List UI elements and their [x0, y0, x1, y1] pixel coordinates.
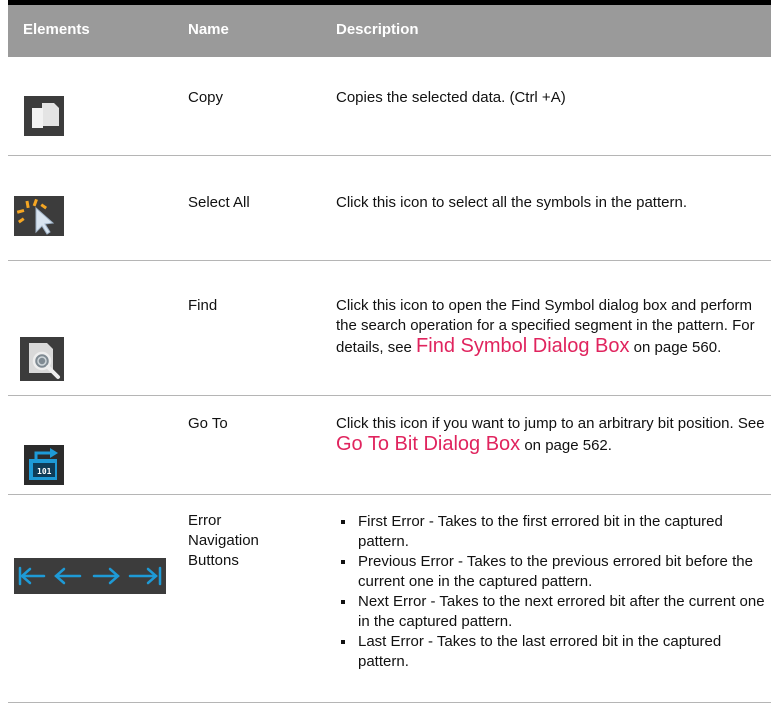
row-description: Click this icon if you want to jump to a…	[336, 415, 765, 455]
row-divider	[8, 702, 771, 703]
list-item: Next Error - Takes to the next errored b…	[336, 592, 766, 632]
bullet-list: First Error - Takes to the first errored…	[336, 512, 766, 672]
row-description: Click this icon to open the Find Symbol …	[336, 297, 755, 357]
select-all-icon	[14, 196, 64, 236]
header-elements: Elements	[23, 21, 90, 38]
header-description: Description	[336, 21, 419, 38]
header-name: Name	[188, 21, 229, 38]
row-name: Select All	[188, 194, 250, 211]
error-navigation-icons	[14, 558, 166, 594]
row-name: Go To	[188, 415, 228, 432]
row-divider	[8, 155, 771, 156]
row-description: Click this icon to select all the symbol…	[336, 194, 687, 211]
find-symbol-dialog-link[interactable]: Find Symbol Dialog Box	[416, 335, 629, 357]
row-description: Copies the selected data. (Ctrl +A)	[336, 89, 566, 106]
go-to-bit-icon: 101	[24, 445, 64, 485]
row-name: Error Navigation Buttons	[188, 512, 259, 569]
row-divider	[8, 395, 771, 396]
row-description: First Error - Takes to the first errored…	[336, 512, 766, 672]
copy-icon	[24, 96, 64, 136]
list-item: Previous Error - Takes to the previous e…	[336, 552, 766, 592]
table-header: Elements Name Description	[8, 5, 771, 57]
row-divider	[8, 494, 771, 495]
go-to-bit-dialog-link[interactable]: Go To Bit Dialog Box	[336, 433, 520, 455]
find-icon	[20, 337, 64, 381]
list-item: First Error - Takes to the first errored…	[336, 512, 766, 552]
row-divider	[8, 260, 771, 261]
svg-text:101: 101	[37, 467, 52, 476]
list-item: Last Error - Takes to the last errored b…	[336, 632, 766, 672]
row-name: Copy	[188, 89, 224, 106]
row-name: Find	[188, 297, 218, 314]
